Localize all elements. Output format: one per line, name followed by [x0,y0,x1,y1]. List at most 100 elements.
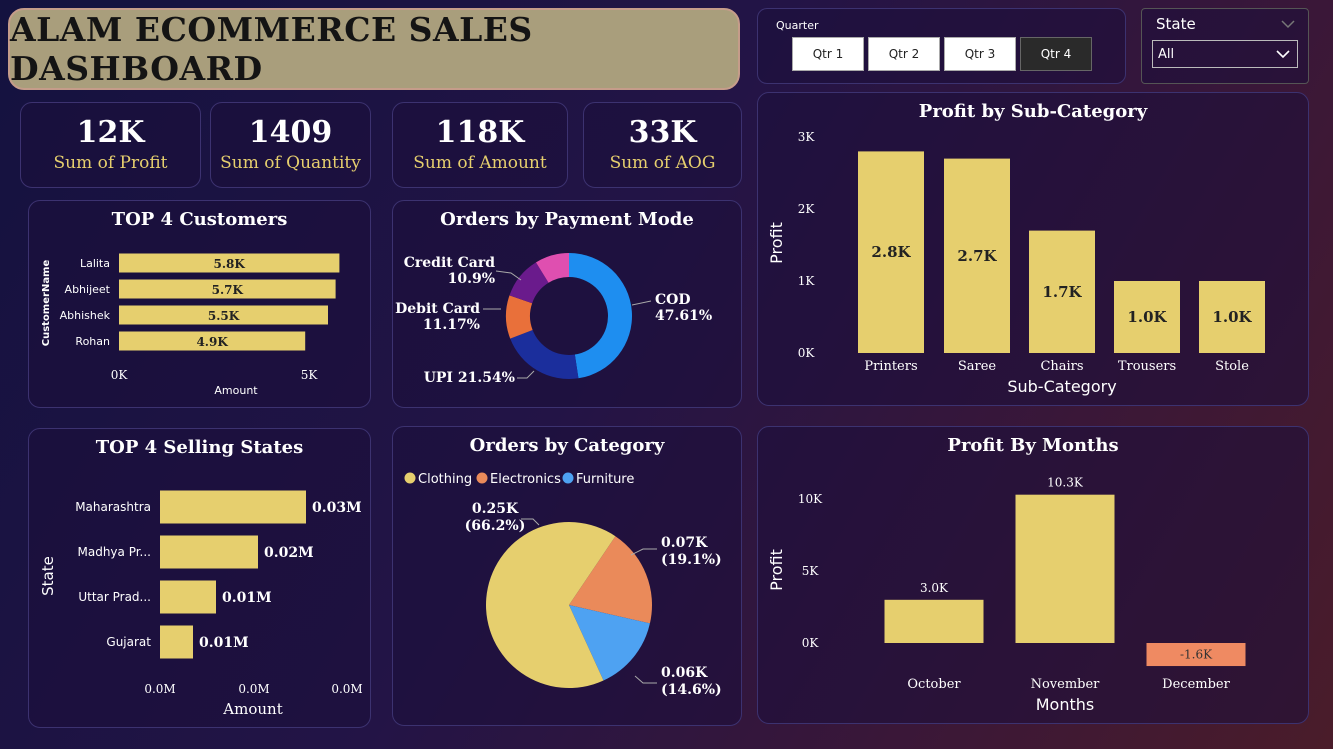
leader-line [517,370,535,379]
kpi-label: Sum of AOG [609,153,716,173]
x-tick-label: 0.0M [238,682,269,696]
dashboard-title-banner: ALAM ECOMMERCE SALES DASHBOARD [8,8,740,90]
x-tick-label: 0.0M [144,682,175,696]
data-label: 1.0K [1127,308,1167,326]
profit-subcategory-chart: 0K 1K 2K 3K 2.8K Printers 2.7K Saree 1.7K Chairs 1… [767,130,1265,396]
top-customers-panel: TOP 4 Customers 5.8K Lalita 5.7K Abhijeet 5.… [28,200,371,408]
profit-months-chart: 0K 5K 10K 3.0K October 10.3K November -1.6K Dece… [767,476,1246,714]
category-label: Stole [1215,359,1249,374]
bar [160,625,193,659]
data-label: 1.7K [1042,283,1082,301]
state-dropdown[interactable]: All [1152,40,1298,68]
y-axis-label: State [39,556,57,596]
kpi-value: 12K [76,115,145,150]
y-tick-label: 3K [798,130,816,144]
slice-pct: 11.17% [423,317,480,333]
category-label: December [1162,677,1230,692]
slice-pct: 10.9% [448,271,495,287]
category-label: Trousers [1118,359,1176,374]
slice-pct: 47.61% [655,308,712,324]
slice-label: UPI 21.54% [424,370,515,386]
category-label: Saree [958,359,997,374]
y-tick-label: 1K [798,274,816,288]
category-label: Lalita [80,257,110,270]
leader-line [630,548,657,556]
data-label: 5.7K [212,283,244,297]
x-tick-label: 0.0M [331,682,362,696]
state-dropdown-value: All [1158,47,1175,62]
data-label: 10.3K [1047,476,1084,490]
kpi-label: Sum of Quantity [220,153,361,173]
kpi-label: Sum of Profit [53,153,168,173]
data-label: 2.7K [957,247,997,265]
quarter-label: Quarter [776,19,819,32]
y-tick-label: 5K [802,564,820,578]
leader-line [634,675,657,684]
chevron-down-icon[interactable] [1280,19,1296,29]
slice-label: 0.07K [661,535,708,551]
kpi-card-amount: 118K Sum of Amount [392,102,568,188]
slice-label: Credit Card [404,255,495,271]
slice-pct: (66.2%) [465,518,526,534]
data-label: 0.01M [222,590,272,606]
bar [160,490,306,524]
category-label: Maharashtra [75,500,151,514]
chevron-down-icon [1276,50,1290,59]
x-axis-label: Months [1036,695,1094,714]
y-tick-label: 0K [798,346,816,360]
category-label: Madhya Pr... [78,545,152,559]
legend-label: Electronics [490,472,561,487]
state-label: State [1156,15,1196,33]
slice-pct: (19.1%) [661,552,722,568]
data-label: 3.0K [920,581,949,595]
slice-label: Debit Card [395,301,480,317]
leader-line [495,270,522,281]
x-tick-label: 5K [301,368,319,382]
legend-marker [404,472,416,484]
top-states-panel: TOP 4 Selling States 0.03M Maharashtra 0.0… [28,428,371,728]
donut-slice [510,330,579,379]
kpi-label: Sum of Amount [413,153,547,173]
profit-subcategory-panel: Profit by Sub-Category 0K 1K 2K 3K 2.8K Print… [757,92,1309,406]
category-label: Abhishek [60,309,111,322]
dashboard-title: ALAM ECOMMERCE SALES DASHBOARD [10,10,533,88]
category-label: Gujarat [106,635,151,649]
bar [160,580,216,614]
data-label: 0.02M [264,545,314,561]
category-label: Rohan [75,335,110,348]
x-axis-label: Sub-Category [1007,377,1116,396]
category-label: Uttar Prad... [78,590,151,604]
category-chart: Clothing Electronics Furniture 0.25K(66.2%)… [404,472,722,698]
bar [1015,494,1115,643]
legend-label: Furniture [576,472,634,487]
category-label: Abhijeet [65,283,111,296]
kpi-card-profit: 12K Sum of Profit [20,102,201,188]
kpi-value: 33K [628,115,697,150]
data-label: -1.6K [1180,648,1213,662]
slice-label: 0.25K [472,501,519,517]
bar [160,535,258,569]
data-label: 2.8K [871,243,911,261]
y-tick-label: 2K [798,202,816,216]
top-customers-chart: 5.8K Lalita 5.7K Abhijeet 5.5K Abhishek 4.9K Ro… [41,253,340,397]
category-label: Printers [864,359,917,374]
slice-label: 0.06K [661,665,708,681]
legend-label: Clothing [418,472,472,487]
top-states-chart: 0.03M Maharashtra 0.02M Madhya Pr... 0.01M Ut… [39,490,363,718]
kpi-card-aog: 33K Sum of AOG [583,102,742,188]
profit-months-panel: Profit By Months 0K 5K 10K 3.0K October 10.3K… [757,426,1309,724]
quarter-button-qtr4[interactable]: Qtr 4 [1020,37,1092,71]
data-label: 4.9K [196,335,228,349]
quarter-button-qtr2[interactable]: Qtr 2 [868,37,940,71]
kpi-value: 118K [435,115,525,150]
legend-marker [562,472,574,484]
quarter-button-qtr3[interactable]: Qtr 3 [944,37,1016,71]
quarter-button-qtr1[interactable]: Qtr 1 [792,37,864,71]
slice-pct: (14.6%) [661,682,722,698]
category-panel: Orders by Category Clothing Electronics Fu… [392,426,742,726]
data-label: 1.0K [1212,308,1252,326]
bar [884,599,984,643]
kpi-card-quantity: 1409 Sum of Quantity [210,102,371,188]
legend-marker [476,472,488,484]
y-tick-label: 10K [798,492,823,506]
